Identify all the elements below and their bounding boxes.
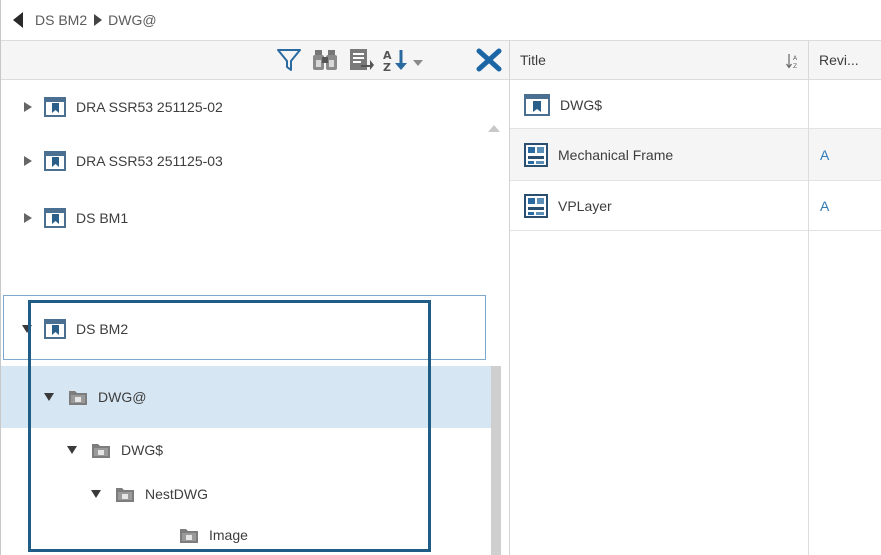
table-row[interactable]: Mechanical Frame A: [510, 129, 881, 181]
tree-item-label: DS BM2: [76, 321, 129, 337]
expand-arrow-icon[interactable]: [24, 102, 32, 112]
tree-row[interactable]: DRA SSR53 251125-03: [1, 130, 491, 192]
collapse-arrow-icon[interactable]: [67, 446, 77, 454]
cell-revision[interactable]: A: [820, 181, 829, 231]
cell-title-text: DWG$: [560, 96, 602, 113]
column-separator: [808, 80, 809, 555]
tree-row-selected[interactable]: DWG@: [1, 366, 491, 428]
column-header-title[interactable]: Title: [510, 41, 808, 79]
bookmark-folder-icon: [524, 93, 550, 116]
folder-icon: [91, 441, 111, 459]
tree-item-label: Image: [209, 527, 248, 543]
tree-row[interactable]: DS BM2: [1, 298, 491, 360]
folder-icon: [179, 526, 199, 544]
drawing-icon: [524, 194, 548, 218]
table-row[interactable]: DWG$: [510, 80, 881, 129]
tree-item-label: DRA SSR53 251125-02: [76, 99, 223, 115]
tree-panel: DRA SSR53 251125-02 DRA SSR53 251125-03 …: [1, 80, 509, 555]
app-frame: DS BM2 DWG@ AZ DRA SSR53 251125-02 DRA S…: [0, 0, 881, 555]
tree-row[interactable]: DWG$: [1, 430, 491, 470]
tree-item-label: DS BM1: [76, 210, 129, 226]
sort-indicator-icon[interactable]: AZ: [786, 53, 800, 72]
bookmark-folder-icon: [44, 208, 66, 228]
column-header-revision-label: Revi...: [819, 52, 859, 68]
dropdown-arrow-icon[interactable]: [413, 55, 423, 71]
cell-title-text: VPLayer: [558, 198, 612, 214]
filter-icon[interactable]: [275, 47, 303, 76]
tree-item-label: DRA SSR53 251125-03: [76, 153, 223, 169]
tree-toolbar: AZ: [1, 40, 509, 80]
svg-text:A: A: [793, 55, 798, 62]
scroll-up-arrow-icon[interactable]: [488, 125, 500, 132]
breadcrumb-separator-icon: [94, 14, 103, 26]
tree-row[interactable]: Image: [1, 516, 491, 554]
tree-item-label: DWG$: [121, 442, 163, 458]
bookmark-folder-icon: [44, 151, 66, 171]
folder-icon: [68, 388, 88, 406]
column-header-title-label: Title: [520, 52, 546, 68]
collapse-arrow-icon[interactable]: [91, 490, 101, 498]
expand-arrow-icon[interactable]: [24, 213, 32, 223]
tree-row[interactable]: DS BM1: [1, 188, 491, 248]
binoculars-icon[interactable]: [311, 47, 339, 76]
tree-row[interactable]: NestDWG: [1, 474, 491, 514]
grid-header: Title AZ Revi...: [510, 40, 881, 80]
expand-arrow-icon[interactable]: [24, 156, 32, 166]
breadcrumb-item-dwg[interactable]: DWG@: [108, 12, 156, 28]
bookmark-folder-icon: [44, 319, 66, 339]
clear-icon[interactable]: [475, 47, 503, 76]
drawing-icon: [524, 143, 548, 167]
breadcrumb-item-ds-bm2[interactable]: DS BM2: [35, 12, 87, 28]
tree-item-label: DWG@: [98, 389, 147, 405]
back-arrow-icon[interactable]: [13, 12, 23, 28]
folder-icon: [115, 485, 135, 503]
collapse-arrow-icon[interactable]: [22, 325, 32, 333]
cell-title-text: Mechanical Frame: [558, 147, 674, 163]
collapse-arrow-icon[interactable]: [44, 393, 54, 401]
tree-row[interactable]: DRA SSR53 251125-02: [1, 84, 491, 130]
cell-title: Mechanical Frame: [524, 129, 673, 181]
tree-scrollbar[interactable]: [491, 366, 501, 555]
cell-title: DWG$: [524, 80, 602, 129]
cell-title: VPLayer: [524, 181, 612, 231]
export-icon[interactable]: [347, 47, 375, 76]
svg-text:Z: Z: [383, 61, 391, 73]
cell-revision[interactable]: A: [820, 129, 829, 181]
bookmark-folder-icon: [44, 97, 66, 117]
sort-az-icon[interactable]: AZ: [381, 47, 411, 76]
table-row[interactable]: VPLayer A: [510, 181, 881, 231]
column-header-revision[interactable]: Revi...: [808, 41, 881, 79]
svg-text:Z: Z: [793, 63, 797, 69]
grid-body: DWG$ Mechanical Frame A VPLayer A: [510, 80, 881, 555]
breadcrumb: DS BM2 DWG@: [1, 0, 881, 40]
tree-item-label: NestDWG: [145, 486, 208, 502]
